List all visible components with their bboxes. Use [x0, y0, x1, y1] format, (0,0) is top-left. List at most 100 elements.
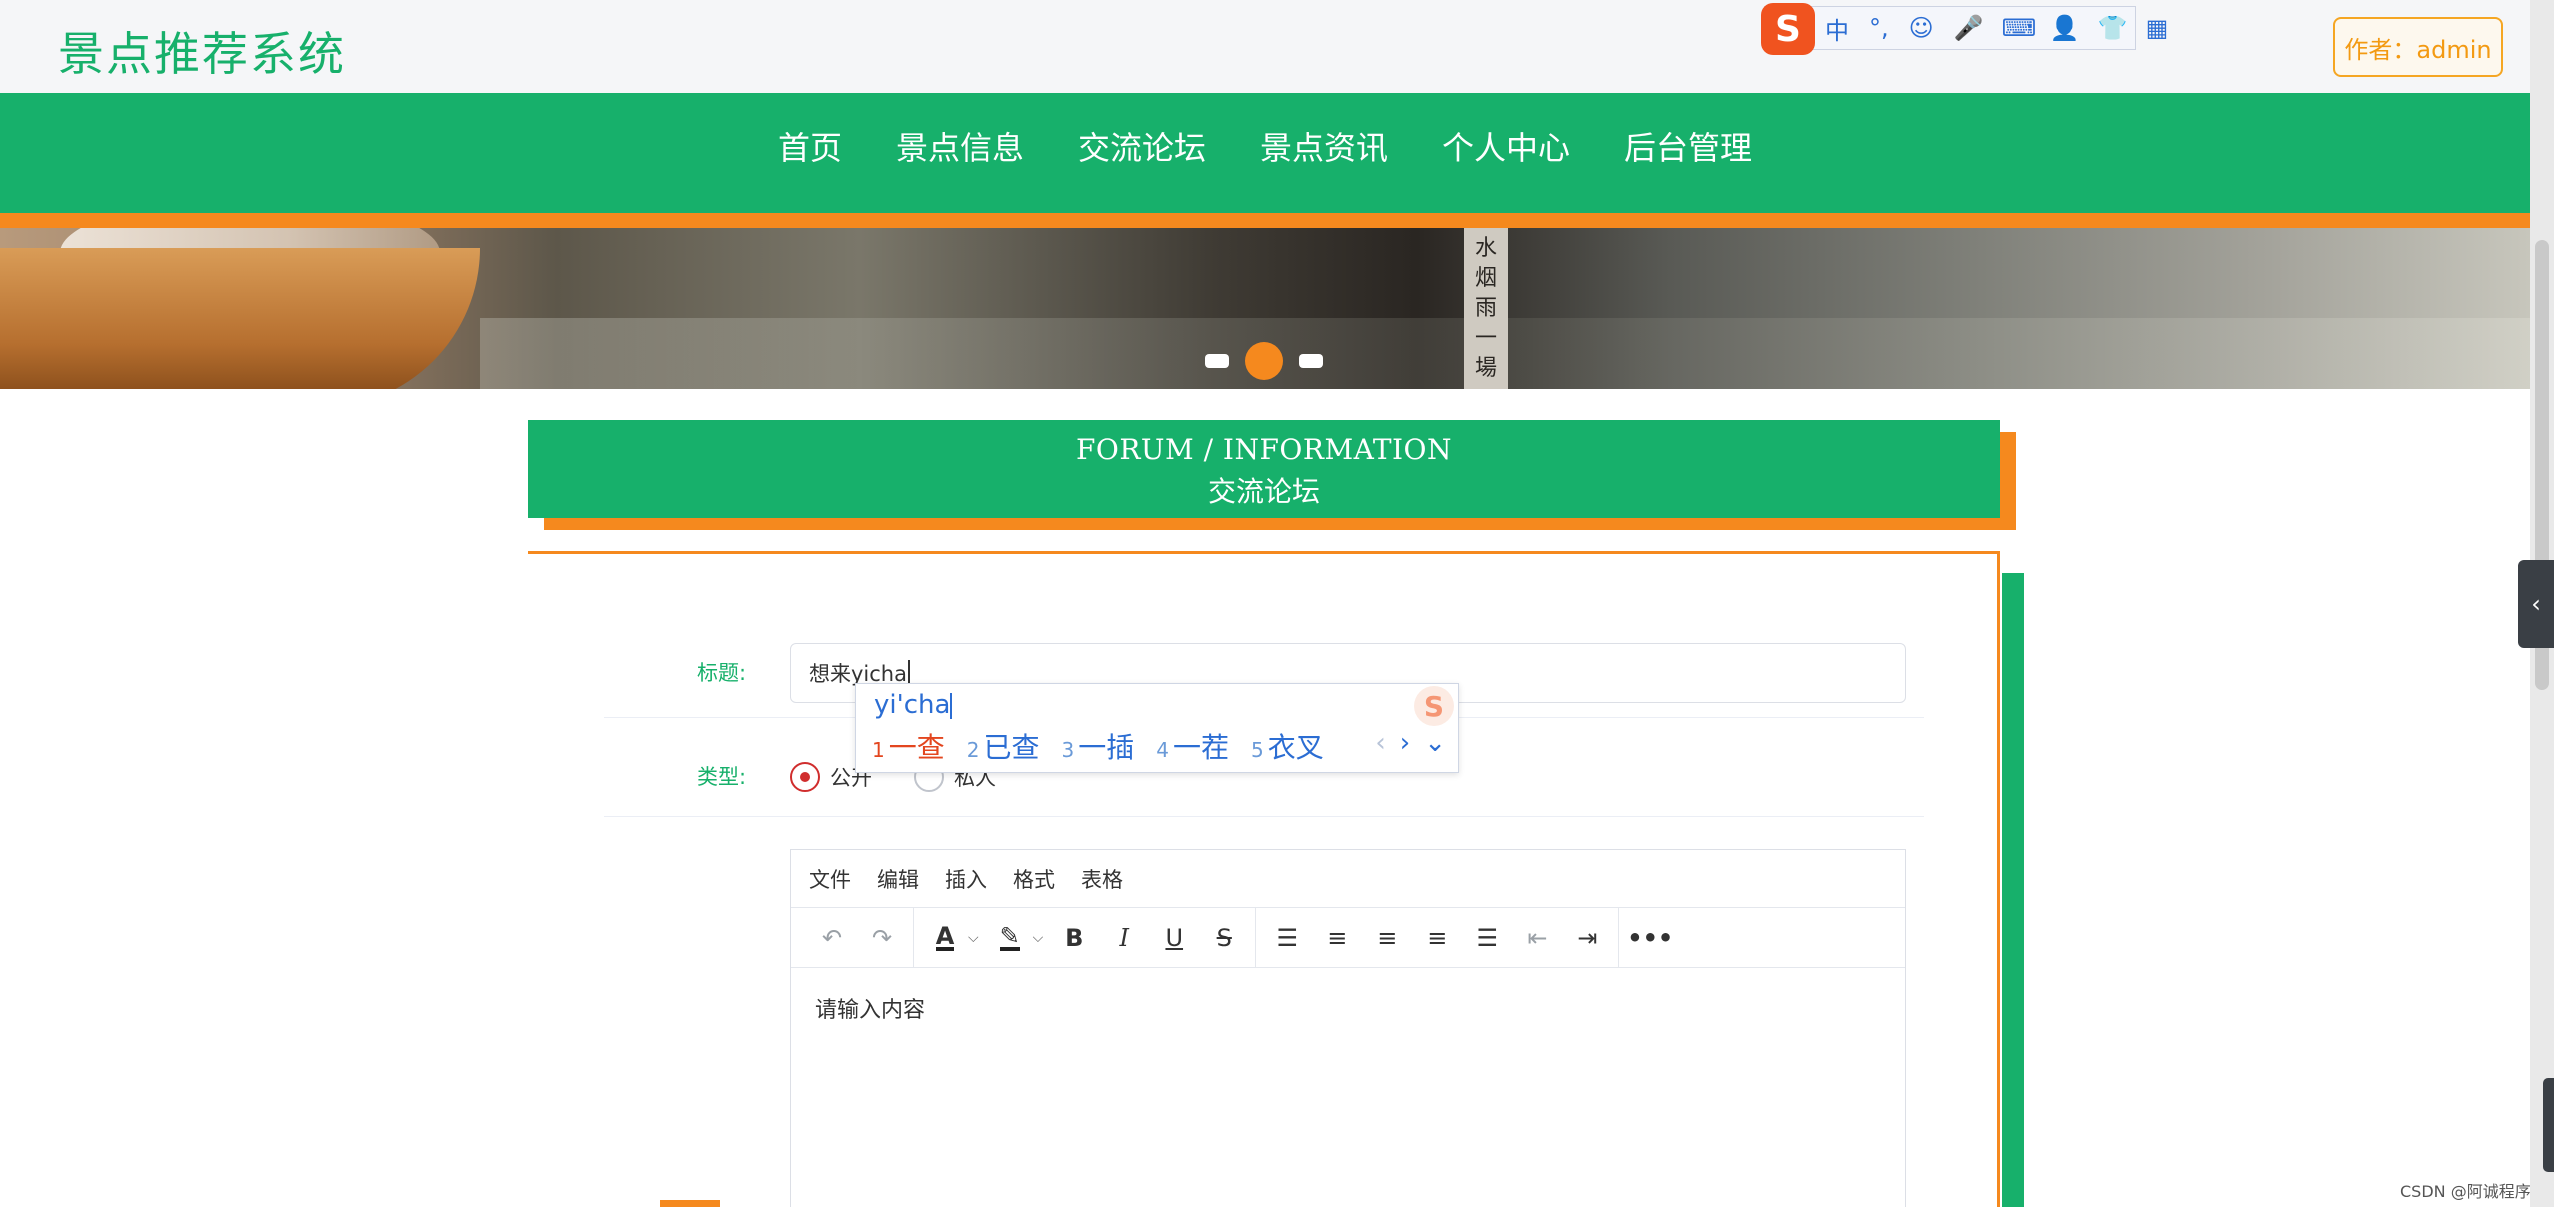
menu-table[interactable]: 表格 [1081, 864, 1123, 894]
ime-candidate-number: 2 [966, 738, 980, 762]
type-label: 类型: [697, 765, 747, 789]
nav-item-news[interactable]: 景点资讯 [1257, 123, 1391, 169]
undo-icon[interactable]: ↶ [813, 919, 851, 957]
bottom-accent [660, 1200, 720, 1207]
align-right-icon[interactable]: ≡ [1418, 919, 1456, 957]
line-height-icon[interactable]: ☰ [1268, 919, 1306, 957]
author-button[interactable]: 作者：admin [2333, 17, 2503, 77]
sign-char: 雨 [1474, 296, 1497, 321]
ime-page-controls: ‹ › ⌄ [1375, 728, 1446, 758]
ime-voice-icon[interactable]: 🎤 [1954, 14, 1984, 42]
ime-candidate-popup[interactable]: S yi'cha 1 一查 2 已查 3 一插 4 一茬 5 衣叉 ‹ › ⌄ [855, 683, 1459, 773]
ime-keyboard-icon[interactable]: ⌨ [2002, 14, 2037, 42]
ime-emoji-icon[interactable]: ☺ [1909, 14, 1934, 42]
redo-icon[interactable]: ↷ [863, 919, 901, 957]
ime-candidate[interactable]: 2 已查 [967, 726, 1040, 766]
ime-caret [950, 692, 953, 719]
ime-candidate[interactable]: 3 一插 [1062, 726, 1135, 766]
highlight-color-icon[interactable]: ✎ [991, 919, 1029, 957]
outdent-icon[interactable]: ⇤ [1518, 919, 1556, 957]
side-handle[interactable] [2543, 1078, 2554, 1172]
ime-composition: yi'cha [874, 690, 953, 720]
history-group: ↶ ↷ [801, 907, 914, 968]
carousel-dot[interactable] [1205, 354, 1229, 368]
nav-item-attractions[interactable]: 景点信息 [893, 123, 1027, 169]
ime-toolbox-icon[interactable]: ▦ [2146, 14, 2169, 42]
ime-candidate-number: 5 [1251, 738, 1264, 762]
nav-item-admin[interactable]: 后台管理 [1621, 123, 1755, 169]
nav-accent-stripe [0, 213, 2530, 228]
ime-candidate-number: 4 [1156, 738, 1169, 762]
editor-content-area[interactable]: 请输入内容 [791, 968, 1905, 1048]
ime-candidate[interactable]: 5 衣叉 [1251, 726, 1324, 766]
watermark: CSDN @阿诚程序 [2400, 1182, 2531, 1201]
editor-toolbar: ↶ ↷ A ⌵ ✎ ⌵ B I U S ☰ ≡ ≡ ≡ ☰ ⇤ ⇥ ••• [791, 907, 1905, 968]
ime-candidate-text: 已查 [983, 731, 1040, 764]
sogou-watermark-icon: S [1414, 686, 1454, 726]
ime-mode-chinese[interactable]: 中 [1825, 11, 1849, 46]
sign-char: 。 [1475, 384, 1497, 389]
menu-insert[interactable]: 插入 [945, 864, 987, 894]
ime-candidate-text: 一插 [1078, 731, 1135, 764]
form-row-divider [604, 816, 1924, 817]
ime-user-icon[interactable]: 👤 [2050, 14, 2080, 42]
more-icon[interactable]: ••• [1627, 919, 1673, 957]
radio-public-circle[interactable] [790, 762, 820, 792]
section-heading: FORUM / INFORMATION 交流论坛 [528, 420, 2000, 518]
ime-prev-icon[interactable]: ‹ [1375, 728, 1385, 758]
section-title-en: FORUM / INFORMATION [1075, 433, 1453, 466]
more-group: ••• [1619, 908, 1681, 968]
panel-green-accent [2002, 573, 2024, 1207]
ime-candidate-text: 衣叉 [1267, 731, 1324, 764]
ime-candidate-text: 一查 [888, 731, 945, 764]
text-color-dropdown-icon[interactable]: ⌵ [968, 930, 979, 946]
align-group: ☰ ≡ ≡ ≡ ☰ ⇤ ⇥ [1256, 907, 1620, 968]
ime-status-bar[interactable]: S 中 °, ☺ 🎤 ⌨ 👤 👕 ▦ [1761, 3, 2168, 55]
align-justify-icon[interactable]: ☰ [1468, 919, 1506, 957]
ime-next-icon[interactable]: › [1400, 728, 1410, 758]
ime-candidate-number: 3 [1061, 738, 1075, 762]
ime-skin-icon[interactable]: 👕 [2098, 14, 2128, 42]
editor-placeholder: 请输入内容 [815, 998, 926, 1023]
sign-char: 烟 [1474, 266, 1497, 291]
carousel-indicators [1205, 342, 1323, 380]
underline-icon[interactable]: U [1155, 919, 1193, 957]
collapse-sidebar-icon[interactable]: ‹ [2518, 560, 2554, 648]
format-group: A ⌵ ✎ ⌵ B I U S [914, 907, 1257, 968]
main-nav: 首页 景点信息 交流论坛 景点资讯 个人中心 后台管理 [0, 93, 2530, 213]
editor-menubar: 文件 编辑 插入 格式 表格 [791, 850, 1905, 908]
text-color-icon[interactable]: A [926, 919, 964, 957]
italic-icon[interactable]: I [1105, 919, 1143, 957]
ime-candidate[interactable]: 1 一查 [872, 726, 945, 766]
align-center-icon[interactable]: ≡ [1368, 919, 1406, 957]
menu-format[interactable]: 格式 [1013, 864, 1055, 894]
ime-composition-text: yi'cha [874, 690, 951, 720]
banner-sign: 水 烟 雨 一 場 。 [1464, 228, 1508, 389]
highlight-dropdown-icon[interactable]: ⌵ [1033, 930, 1044, 946]
nav-item-forum[interactable]: 交流论坛 [1075, 123, 1209, 169]
ime-candidate-text: 一茬 [1172, 731, 1229, 764]
ime-candidate-list: 1 一查 2 已查 3 一插 4 一茬 5 衣叉 [872, 726, 1324, 766]
sogou-logo-icon[interactable]: S [1761, 3, 1815, 55]
site-title[interactable]: 景点推荐系统 [58, 18, 346, 84]
ime-expand-icon[interactable]: ⌄ [1424, 728, 1446, 758]
menu-edit[interactable]: 编辑 [877, 864, 919, 894]
nav-item-profile[interactable]: 个人中心 [1439, 123, 1573, 169]
ime-punctuation-icon[interactable]: °, [1869, 14, 1889, 42]
sign-char: 場 [1474, 356, 1497, 381]
sign-char: 水 [1474, 236, 1497, 261]
bold-icon[interactable]: B [1055, 919, 1093, 957]
indent-icon[interactable]: ⇥ [1568, 919, 1606, 957]
carousel-dot[interactable] [1299, 354, 1323, 368]
nav-item-home[interactable]: 首页 [775, 123, 845, 169]
carousel-dot-active[interactable] [1245, 342, 1283, 380]
sign-char: 一 [1474, 326, 1497, 351]
align-left-icon[interactable]: ≡ [1318, 919, 1356, 957]
menu-file[interactable]: 文件 [809, 864, 851, 894]
title-label: 标题: [697, 661, 747, 685]
section-title-cn: 交流论坛 [1207, 475, 1320, 508]
strikethrough-icon[interactable]: S [1205, 919, 1243, 957]
ime-candidate[interactable]: 4 一茬 [1156, 726, 1229, 766]
banner-boat-image [0, 248, 480, 389]
rich-text-editor: 文件 编辑 插入 格式 表格 ↶ ↷ A ⌵ ✎ ⌵ B I U S ☰ ≡ ≡… [790, 849, 1906, 1207]
